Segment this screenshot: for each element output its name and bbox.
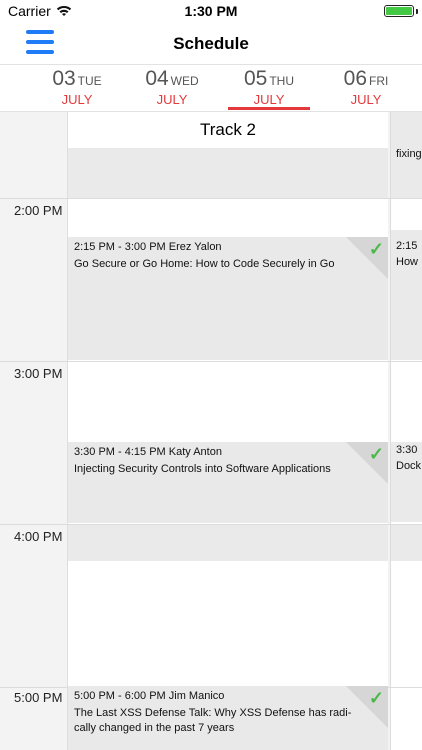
session-title: Go Secure or Go Home: How to Code Secure… [74, 258, 335, 270]
date-tab-03[interactable]: 03 TUE JULY [32, 67, 122, 107]
session-time: 3:30 PM - 4:15 PM Katy Anton [74, 446, 222, 458]
time-label: 2:00 PM [14, 203, 63, 218]
battery-icon [384, 5, 414, 17]
date-tab-06[interactable]: 06 FRI JULY [321, 67, 411, 107]
date-tab-prev[interactable]: N [0, 67, 8, 91]
date-month: JULY [253, 92, 285, 107]
date-number: 05 [243, 67, 268, 90]
session-time: 5:00 PM - 6:00 PM Jim Manico [74, 690, 225, 702]
date-weekday: THU [269, 74, 295, 88]
next-track-session-title: How [396, 256, 419, 268]
track-break-block [68, 525, 388, 561]
track-header: Track 2 [68, 112, 388, 149]
battery-tip-icon [416, 9, 418, 14]
date-month: JULY [61, 92, 93, 107]
next-track-session-time: 2:15 [396, 240, 418, 252]
checkmark-icon: ✓ [368, 444, 384, 464]
schedule-grid[interactable]: Track 2 fixing 2:15 How 3:30 Dock 2:00 P… [0, 112, 422, 750]
checkmark-icon: ✓ [368, 239, 384, 259]
track-break-block [68, 148, 388, 198]
date-weekday: FRI [369, 74, 389, 88]
date-selector: N 03TUE JULY 04WED JULY 05THU JULY 06FRI… [0, 64, 422, 112]
session-card[interactable]: ✓ 3:30 PM - 4:15 PM Katy Anton Injecting… [68, 442, 388, 523]
session-title: The Last XSS Defense Talk: Why XSS Defen… [74, 707, 352, 734]
status-bar: Carrier 1:30 PM [0, 0, 422, 22]
date-month: JULY [156, 92, 188, 107]
session-card[interactable]: ✓ 2:15 PM - 3:00 PM Erez Yalon Go Secure… [68, 237, 388, 360]
next-track-block [391, 525, 422, 561]
status-time: 1:30 PM [184, 3, 238, 19]
next-track-text: fixing [396, 148, 422, 160]
date-tab-04[interactable]: 04 WED JULY [127, 67, 217, 107]
session-title: Injecting Security Controls into Softwar… [74, 463, 331, 475]
checkmark-icon: ✓ [368, 688, 384, 708]
session-card[interactable]: ✓ 5:00 PM - 6:00 PM Jim Manico The Last … [68, 686, 388, 750]
date-month: JULY [350, 92, 382, 107]
date-tab-05[interactable]: 05 THU JULY [224, 67, 314, 107]
date-weekday: WED [170, 74, 199, 88]
date-number: 06 [343, 67, 367, 90]
date-number: 03 [52, 67, 76, 90]
time-label: 3:00 PM [14, 366, 63, 381]
date-weekday: TUE [77, 74, 102, 88]
next-track-session-time: 3:30 [396, 444, 418, 456]
selected-date-indicator [228, 107, 310, 110]
hour-divider [0, 524, 422, 525]
track-column [68, 112, 388, 750]
next-track-column: fixing 2:15 How 3:30 Dock [390, 112, 422, 750]
navigation-bar: Schedule [0, 22, 422, 64]
date-number: 04 [145, 67, 169, 90]
time-label: 5:00 PM [14, 690, 63, 705]
hour-divider [0, 198, 422, 199]
next-track-session-title: Dock [396, 460, 422, 472]
time-label: 4:00 PM [14, 529, 63, 544]
session-time: 2:15 PM - 3:00 PM Erez Yalon [74, 241, 222, 253]
page-title: Schedule [173, 34, 249, 53]
hour-divider [0, 361, 422, 362]
